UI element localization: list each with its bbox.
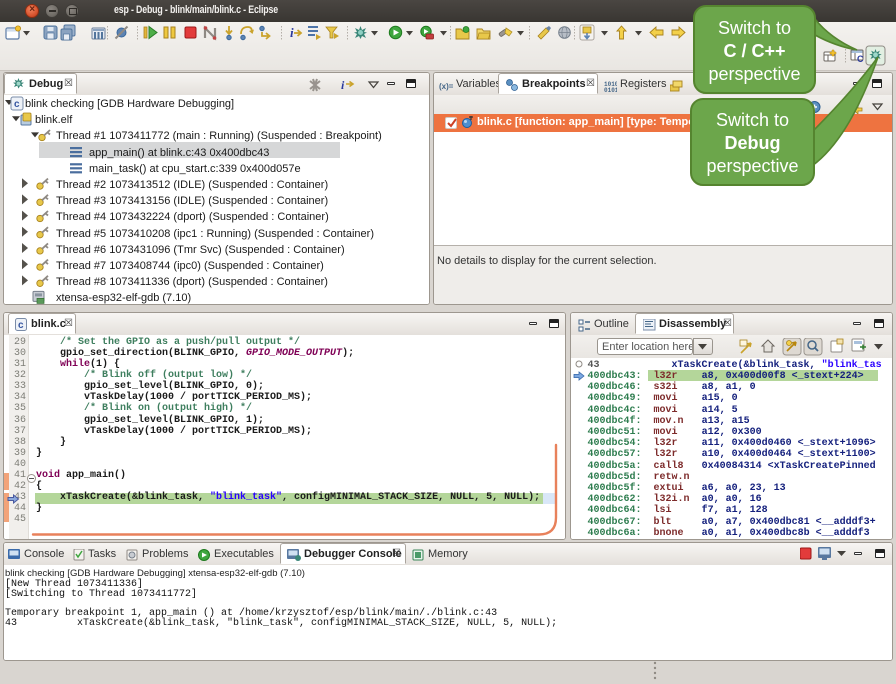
svg-text:c: c xyxy=(18,320,24,331)
